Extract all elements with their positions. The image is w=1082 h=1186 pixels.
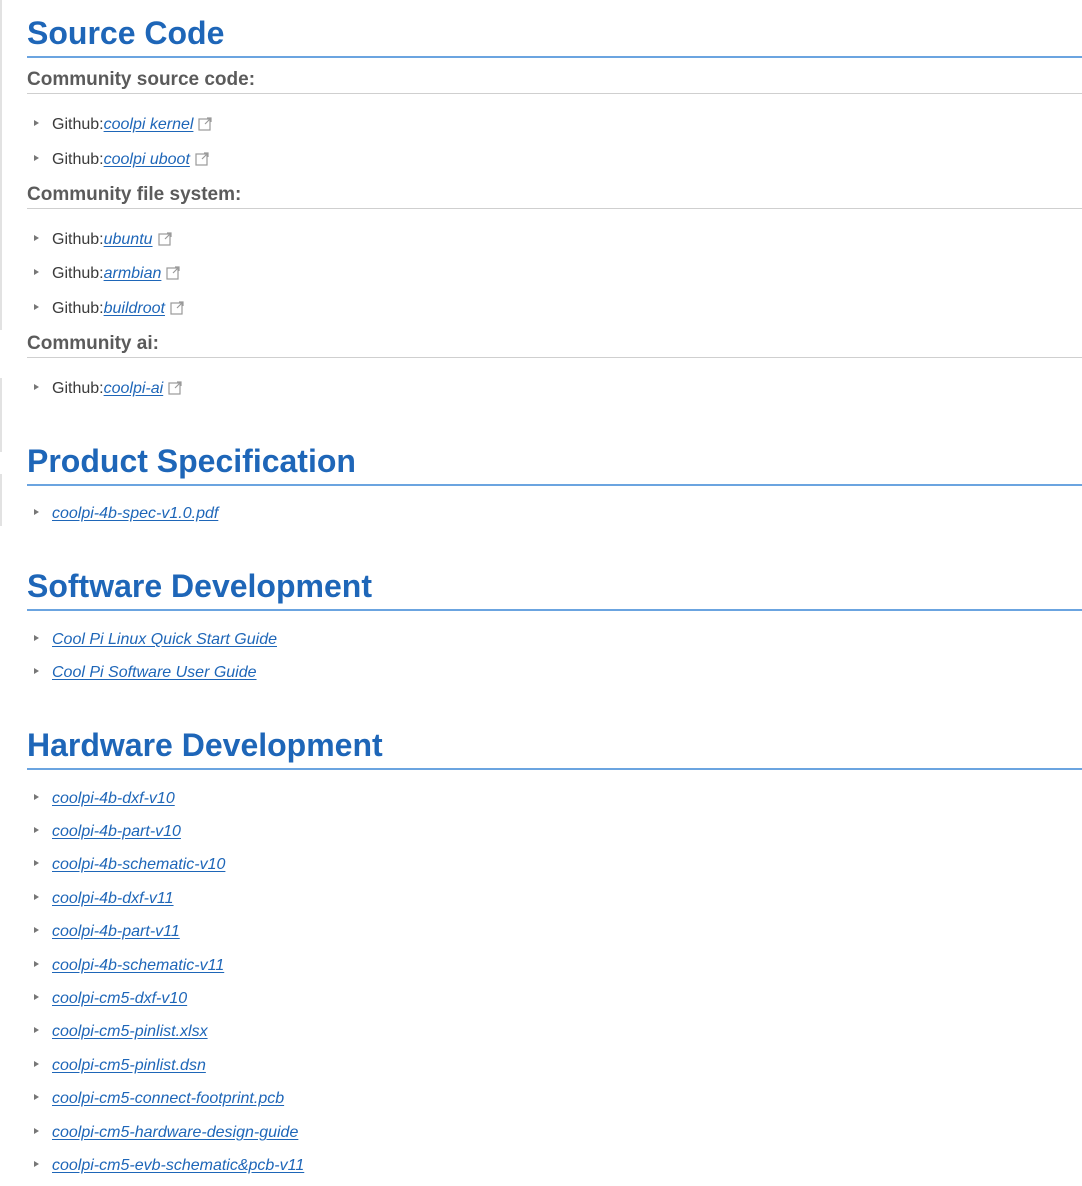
external-link-icon <box>198 117 213 131</box>
list-item: coolpi-cm5-dxf-v10 <box>27 989 187 1009</box>
triangle-right-icon <box>34 961 39 967</box>
external-link-icon <box>168 381 182 395</box>
list-item: coolpi-4b-schematic-v10 <box>27 855 225 875</box>
list-item: coolpi-cm5-hardware-design-guide <box>27 1123 298 1143</box>
list-item: coolpi-4b-dxf-v10 <box>27 789 175 809</box>
triangle-right-icon <box>34 927 39 933</box>
link-hardware-file[interactable]: coolpi-cm5-hardware-design-guide <box>52 1124 298 1141</box>
list-item: Github:armbian <box>27 264 181 284</box>
item-prefix: Github: <box>52 265 104 282</box>
link-hardware-file[interactable]: coolpi-cm5-connect-footprint.pcb <box>52 1090 284 1107</box>
list-item: coolpi-cm5-pinlist.dsn <box>27 1056 206 1076</box>
triangle-right-icon <box>34 1027 39 1033</box>
link-coolpi-ai[interactable]: coolpi-ai <box>104 380 164 397</box>
list-item: coolpi-4b-part-v11 <box>27 922 180 942</box>
external-link-icon <box>195 152 209 166</box>
link-coolpi-uboot[interactable]: coolpi uboot <box>104 151 190 168</box>
triangle-right-icon <box>34 794 39 800</box>
link-hardware-file[interactable]: coolpi-cm5-pinlist.dsn <box>52 1057 206 1074</box>
link-spec-pdf[interactable]: coolpi-4b-spec-v1.0.pdf <box>52 505 218 522</box>
triangle-right-icon <box>34 1161 39 1167</box>
link-hardware-file[interactable]: coolpi-4b-part-v11 <box>52 923 180 940</box>
link-armbian[interactable]: armbian <box>104 265 162 282</box>
triangle-right-icon <box>34 1061 39 1067</box>
list-item: Cool Pi Linux Quick Start Guide <box>27 630 277 650</box>
link-coolpi-kernel[interactable]: coolpi kernel <box>104 116 194 133</box>
item-prefix: Github: <box>52 116 104 133</box>
triangle-right-icon <box>34 120 39 126</box>
list-item: Github:buildroot <box>27 299 184 319</box>
link-hardware-file[interactable]: coolpi-cm5-evb-schematic&pcb-v11 <box>52 1157 304 1174</box>
left-edge-divider <box>0 474 2 526</box>
list-item: Cool Pi Software User Guide <box>27 663 257 683</box>
triangle-right-icon <box>34 509 39 515</box>
triangle-right-icon <box>34 860 39 866</box>
link-quick-start-guide[interactable]: Cool Pi Linux Quick Start Guide <box>52 631 277 648</box>
list-item: Github:coolpi uboot <box>27 150 209 170</box>
triangle-right-icon <box>34 894 39 900</box>
list-item: coolpi-4b-part-v10 <box>27 822 181 842</box>
link-software-user-guide[interactable]: Cool Pi Software User Guide <box>52 664 257 681</box>
link-hardware-file[interactable]: coolpi-cm5-pinlist.xlsx <box>52 1023 208 1040</box>
list-item: coolpi-4b-dxf-v11 <box>27 889 174 909</box>
item-prefix: Github: <box>52 231 104 248</box>
triangle-right-icon <box>34 235 39 241</box>
triangle-right-icon <box>34 827 39 833</box>
triangle-right-icon <box>34 1094 39 1100</box>
link-buildroot[interactable]: buildroot <box>104 300 165 317</box>
triangle-right-icon <box>34 1128 39 1134</box>
link-hardware-file[interactable]: coolpi-cm5-dxf-v10 <box>52 990 187 1007</box>
section-title-hardware-development: Hardware Development <box>27 726 1082 770</box>
section-title-product-specification: Product Specification <box>27 442 1082 486</box>
section-title-source-code: Source Code <box>27 14 1082 58</box>
link-hardware-file[interactable]: coolpi-4b-part-v10 <box>52 823 181 840</box>
section-title-software-development: Software Development <box>27 567 1082 611</box>
subheading-community-source-code: Community source code: <box>27 69 1082 94</box>
external-link-icon <box>166 266 181 280</box>
item-prefix: Github: <box>52 300 104 317</box>
triangle-right-icon <box>34 304 39 310</box>
list-item: coolpi-cm5-pinlist.xlsx <box>27 1022 208 1042</box>
list-item: coolpi-cm5-evb-schematic&pcb-v11 <box>27 1156 304 1176</box>
link-hardware-file[interactable]: coolpi-4b-schematic-v11 <box>52 957 224 974</box>
subheading-community-file-system: Community file system: <box>27 184 1082 209</box>
left-edge-divider <box>0 0 2 330</box>
list-item: Github:coolpi-ai <box>27 379 182 399</box>
triangle-right-icon <box>34 668 39 674</box>
left-edge-divider <box>0 378 2 452</box>
list-item: Github:ubuntu <box>27 230 172 250</box>
triangle-right-icon <box>34 269 39 275</box>
list-item: coolpi-4b-spec-v1.0.pdf <box>27 504 218 524</box>
list-item: Github:coolpi kernel <box>27 115 213 135</box>
triangle-right-icon <box>34 635 39 641</box>
item-prefix: Github: <box>52 151 104 168</box>
link-ubuntu[interactable]: ubuntu <box>104 231 153 248</box>
external-link-icon <box>157 232 172 246</box>
list-item: coolpi-cm5-connect-footprint.pcb <box>27 1089 284 1109</box>
triangle-right-icon <box>34 994 39 1000</box>
triangle-right-icon <box>34 384 39 390</box>
external-link-icon <box>170 301 184 315</box>
link-hardware-file[interactable]: coolpi-4b-dxf-v10 <box>52 790 175 807</box>
link-hardware-file[interactable]: coolpi-4b-schematic-v10 <box>52 856 225 873</box>
subheading-community-ai: Community ai: <box>27 333 1082 358</box>
list-item: coolpi-4b-schematic-v11 <box>27 956 224 976</box>
link-hardware-file[interactable]: coolpi-4b-dxf-v11 <box>52 890 174 907</box>
triangle-right-icon <box>34 155 39 161</box>
item-prefix: Github: <box>52 380 104 397</box>
